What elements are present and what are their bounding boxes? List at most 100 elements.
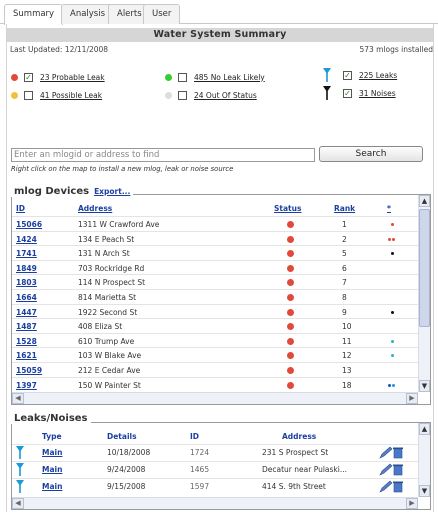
table-row[interactable]: 1447 1922 Second St 9	[12, 303, 418, 319]
device-address: 134 E Peach St	[78, 234, 135, 244]
leaks-scroll-right-button[interactable]: ▶	[406, 498, 418, 509]
status-dot-icon	[287, 337, 294, 345]
filter-possible-leak[interactable]: 41 Possible Leak	[11, 89, 102, 101]
col-id[interactable]: ID	[16, 204, 25, 213]
col-address[interactable]: Address	[78, 204, 112, 213]
table-row[interactable]: 1803 114 N Prospect St 7	[12, 274, 418, 289]
leaks-horizontal-scrollbar[interactable]: ◀ ▶	[12, 497, 418, 509]
col-star[interactable]: *	[387, 204, 391, 213]
marker-dot-icon	[391, 339, 394, 343]
scroll-thumb[interactable]	[419, 209, 430, 327]
devices-heading: mlog Devices Export...	[11, 186, 134, 197]
no-leak-checkbox[interactable]	[178, 72, 187, 82]
devices-vertical-scrollbar[interactable]: ▲ ▼	[418, 195, 430, 392]
device-id-link[interactable]: 1487	[16, 322, 37, 331]
tab-analysis[interactable]: Analysis	[61, 4, 115, 24]
table-row[interactable]: 1741 131 N Arch St 5	[12, 245, 418, 260]
edit-delete-icon[interactable]	[379, 480, 405, 493]
scroll-left-button[interactable]: ◀	[12, 393, 24, 404]
yellow-dot-icon	[11, 91, 18, 99]
device-rank: 8	[342, 293, 347, 302]
device-id-link[interactable]: 15066	[16, 220, 42, 229]
device-id-link[interactable]: 1664	[16, 293, 37, 302]
out-of-status-checkbox[interactable]	[178, 90, 187, 100]
filter-out-of-status[interactable]: 24 Out Of Status	[165, 89, 257, 101]
status-dot-icon	[287, 367, 294, 374]
device-address: 1922 Second St	[78, 307, 138, 317]
device-id-link[interactable]: 1397	[16, 381, 37, 390]
device-id-link[interactable]: 1621	[16, 351, 37, 360]
devices-table-header: ID Address Status Rank *	[12, 203, 418, 215]
gray-dot-icon	[165, 91, 172, 99]
device-id-link[interactable]: 1447	[16, 308, 37, 317]
table-row[interactable]: 1487 408 Eliza St 10	[12, 318, 418, 333]
tab-bar: Summary Analysis Alerts User	[0, 0, 438, 25]
possible-leak-label[interactable]: 41 Possible Leak	[40, 91, 102, 100]
table-row[interactable]: 15066 1311 W Crawford Ave 1	[12, 216, 418, 231]
edit-delete-icon[interactable]	[379, 463, 405, 476]
noises-label[interactable]: 31 Noises	[359, 89, 396, 98]
marker-dot-icon	[388, 237, 391, 241]
leak-type-link[interactable]: Main	[42, 465, 62, 474]
device-id-link[interactable]: 1849	[16, 264, 37, 273]
device-id-link[interactable]: 1741	[16, 249, 37, 258]
leaks-scroll-down-button[interactable]: ▼	[419, 485, 430, 497]
filter-no-leak[interactable]: 485 No Leak Likely	[165, 71, 265, 83]
device-id-link[interactable]: 1528	[16, 337, 37, 346]
status-dot-icon	[287, 250, 294, 258]
device-id-link[interactable]: 1424	[16, 235, 37, 244]
table-row[interactable]: 1849 703 Rockridge Rd 6	[12, 259, 418, 275]
out-of-status-label[interactable]: 24 Out Of Status	[194, 91, 257, 100]
col-leak-id[interactable]: ID	[190, 432, 199, 441]
leaks-scroll-up-button[interactable]: ▲	[419, 423, 430, 435]
export-link[interactable]: Export...	[94, 187, 130, 196]
tab-user[interactable]: User	[143, 4, 181, 24]
filter-leaks[interactable]: ✓ 225 Leaks	[323, 68, 397, 82]
leak-type-link[interactable]: Main	[42, 448, 62, 457]
leaks-scroll-left-button[interactable]: ◀	[12, 498, 24, 509]
red-dot-icon	[11, 73, 18, 81]
devices-horizontal-scrollbar[interactable]: ◀ ▶	[12, 392, 418, 404]
table-row[interactable]: 1664 814 Marietta St 8	[12, 289, 418, 304]
filter-probable-leak[interactable]: ✓ 23 Probable Leak	[11, 71, 105, 83]
possible-leak-checkbox[interactable]	[24, 90, 33, 100]
col-rank[interactable]: Rank	[334, 204, 355, 213]
status-dot-icon	[287, 381, 294, 389]
leaks-checkbox[interactable]: ✓	[343, 70, 352, 80]
table-row[interactable]: 15059 212 E Cedar Ave 13	[12, 362, 418, 377]
edit-delete-icon[interactable]	[379, 446, 405, 459]
leaks-label[interactable]: 225 Leaks	[359, 71, 397, 80]
device-address: 408 Eliza St	[78, 322, 123, 332]
noise-pin-icon	[323, 86, 331, 100]
noises-checkbox[interactable]: ✓	[343, 88, 352, 98]
table-row[interactable]: 1397 150 W Painter St 18	[12, 376, 418, 391]
page-title: Water System Summary	[7, 28, 433, 42]
table-row[interactable]: 1621 103 W Blake Ave 12	[12, 347, 418, 362]
table-row[interactable]: 1528 610 Trump Ave 11	[12, 332, 418, 348]
table-row[interactable]: Main 9/15/2008 1597 414 S. 9th Street	[12, 478, 418, 495]
marker-dot-icon	[391, 310, 394, 314]
table-row[interactable]: Main 10/18/2008 1724 231 S Prospect St	[12, 444, 418, 461]
leak-id: 1465	[190, 465, 210, 474]
col-details[interactable]: Details	[107, 432, 137, 441]
col-leak-address[interactable]: Address	[282, 432, 316, 441]
device-id-link[interactable]: 1803	[16, 278, 37, 287]
device-id-link[interactable]: 15059	[16, 366, 42, 375]
scroll-down-button[interactable]: ▼	[419, 380, 430, 392]
map-hint: Right click on the map to install a new …	[11, 165, 234, 173]
filter-noises[interactable]: ✓ 31 Noises	[323, 86, 396, 100]
table-row[interactable]: 1424 134 E Peach St 2	[12, 230, 418, 246]
leaks-vertical-scrollbar[interactable]: ▲ ▼	[418, 423, 430, 497]
probable-leak-label[interactable]: 23 Probable Leak	[40, 73, 105, 82]
col-status[interactable]: Status	[274, 204, 301, 213]
probable-leak-checkbox[interactable]: ✓	[24, 72, 33, 82]
search-button[interactable]: Search	[319, 146, 423, 162]
scroll-right-button[interactable]: ▶	[406, 393, 418, 404]
no-leak-label[interactable]: 485 No Leak Likely	[194, 73, 265, 82]
scroll-up-button[interactable]: ▲	[419, 195, 430, 207]
leak-type-link[interactable]: Main	[42, 482, 62, 491]
search-input[interactable]: Enter an mlogid or address to find	[11, 148, 315, 162]
col-type[interactable]: Type	[42, 432, 62, 441]
table-row[interactable]: Main 9/24/2008 1465 Decatur near Pulaski...	[12, 461, 418, 478]
tab-summary[interactable]: Summary	[4, 4, 64, 25]
